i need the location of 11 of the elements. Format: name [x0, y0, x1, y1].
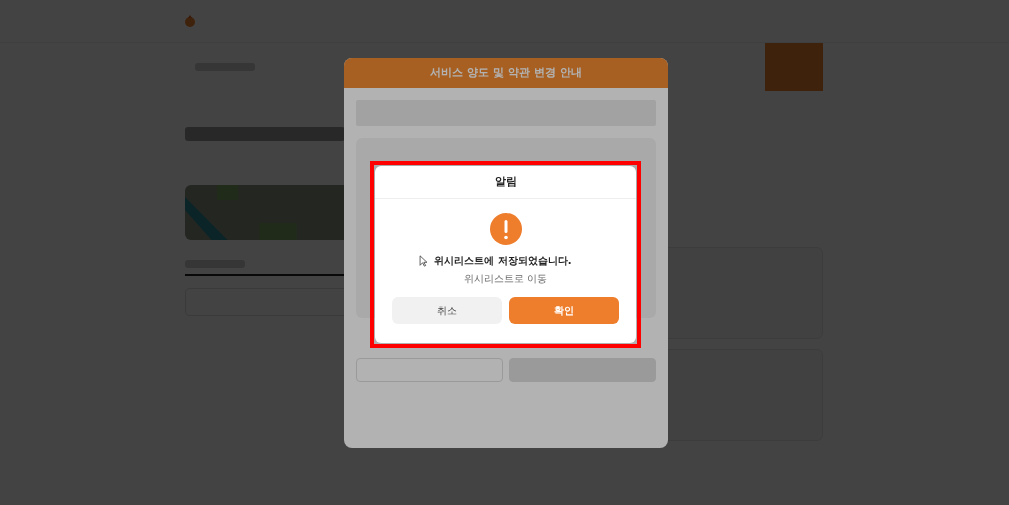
wishlist-link[interactable]: 위시리스트로 이동	[463, 272, 548, 286]
alert-message: 위시리스트에 저장되었습니다.	[434, 254, 572, 268]
warning-icon	[489, 213, 522, 245]
alert-title: 알림	[375, 166, 636, 199]
cancel-button[interactable]: 취소	[392, 297, 502, 324]
search-button[interactable]	[765, 43, 823, 91]
logo-icon	[183, 14, 197, 28]
dialog-title: 서비스 양도 및 약관 변경 안내	[344, 58, 668, 88]
dialog-button[interactable]	[509, 358, 656, 382]
cursor-icon	[419, 255, 429, 267]
dialog-button[interactable]	[356, 358, 503, 382]
